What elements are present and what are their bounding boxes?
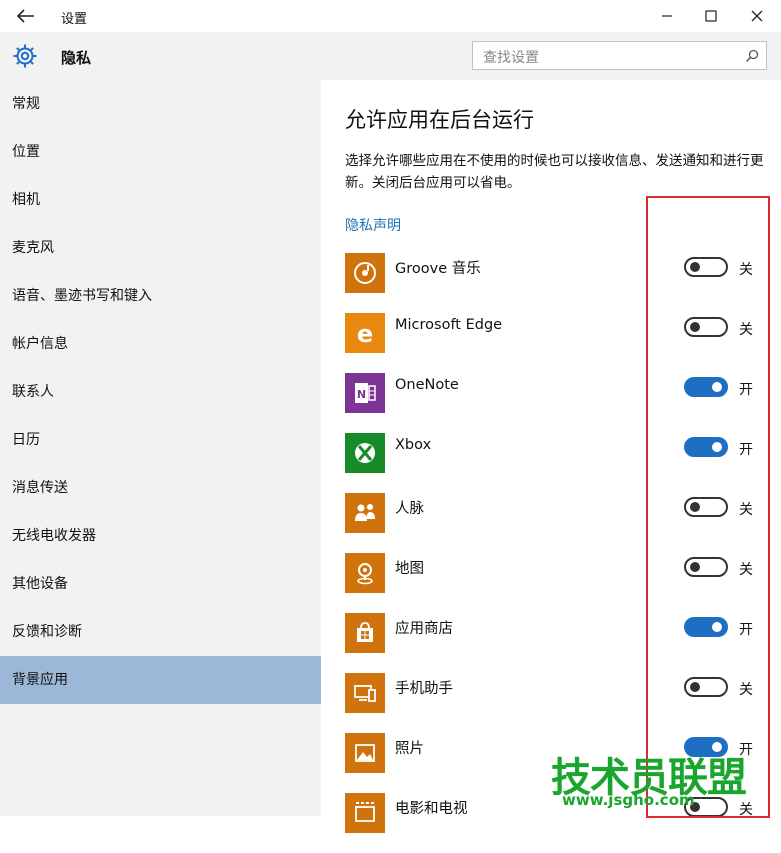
sidebar-item-calendar[interactable]: 日历 bbox=[0, 416, 321, 464]
minimize-icon[interactable] bbox=[652, 5, 682, 27]
page-title-privacy: 隐私 bbox=[61, 49, 92, 67]
search-placeholder: 查找设置 bbox=[483, 50, 539, 66]
groove-music-icon bbox=[345, 253, 385, 293]
onenote-icon: N bbox=[345, 373, 385, 413]
sidebar-item-other-devices[interactable]: 其他设备 bbox=[0, 560, 321, 608]
back-arrow-icon[interactable] bbox=[14, 7, 36, 25]
svg-text:e: e bbox=[357, 320, 373, 348]
sidebar-item-background-apps[interactable]: 背景应用 bbox=[0, 656, 321, 704]
close-icon[interactable] bbox=[742, 5, 772, 27]
section-title: 允许应用在后台运行 bbox=[345, 108, 534, 132]
app-name: 地图 bbox=[395, 561, 424, 577]
photos-icon bbox=[345, 733, 385, 773]
app-name: Groove 音乐 bbox=[395, 261, 481, 277]
sidebar-item-contacts[interactable]: 联系人 bbox=[0, 368, 321, 416]
sidebar-item-account-info[interactable]: 帐户信息 bbox=[0, 320, 321, 368]
app-name: 照片 bbox=[395, 741, 424, 757]
app-name: Microsoft Edge bbox=[395, 317, 503, 333]
store-icon bbox=[345, 613, 385, 653]
watermark-url: www.jsgho.com bbox=[562, 791, 695, 809]
app-name: 电影和电视 bbox=[395, 801, 468, 817]
sidebar-item-location[interactable]: 位置 bbox=[0, 128, 321, 176]
sidebar: 常规 位置 相机 麦克风 语音、墨迹书写和键入 帐户信息 联系人 日历 消息传送… bbox=[0, 80, 321, 816]
maximize-icon[interactable] bbox=[696, 5, 726, 27]
phone-companion-icon bbox=[345, 673, 385, 713]
app-name: 人脉 bbox=[395, 501, 424, 517]
sidebar-item-general[interactable]: 常规 bbox=[0, 80, 321, 128]
sidebar-item-microphone[interactable]: 麦克风 bbox=[0, 224, 321, 272]
window-title: 设置 bbox=[61, 12, 88, 27]
section-description: 选择允许哪些应用在不使用的时候也可以接收信息、发送通知和进行更新。关闭后台应用可… bbox=[345, 153, 764, 191]
search-input[interactable]: 查找设置 bbox=[472, 41, 767, 70]
title-bar: 设置 bbox=[0, 0, 781, 32]
svg-text:N: N bbox=[357, 388, 366, 401]
edge-icon: e bbox=[345, 313, 385, 353]
sidebar-item-camera[interactable]: 相机 bbox=[0, 176, 321, 224]
people-icon bbox=[345, 493, 385, 533]
sidebar-item-radios[interactable]: 无线电收发器 bbox=[0, 512, 321, 560]
maps-icon bbox=[345, 553, 385, 593]
search-icon[interactable] bbox=[744, 48, 760, 64]
privacy-statement-link[interactable]: 隐私声明 bbox=[345, 215, 401, 235]
sidebar-item-messaging[interactable]: 消息传送 bbox=[0, 464, 321, 512]
sidebar-item-feedback-diagnostics[interactable]: 反馈和诊断 bbox=[0, 608, 321, 656]
gear-icon bbox=[13, 44, 37, 68]
movies-tv-icon bbox=[345, 793, 385, 833]
app-name: Xbox bbox=[395, 437, 432, 453]
app-name: OneNote bbox=[395, 377, 459, 393]
xbox-icon bbox=[345, 433, 385, 473]
page-header: 隐私 查找设置 bbox=[0, 32, 781, 80]
highlight-annotation-box bbox=[646, 196, 770, 818]
app-name: 应用商店 bbox=[395, 621, 453, 637]
sidebar-item-speech-inking-typing[interactable]: 语音、墨迹书写和键入 bbox=[0, 272, 321, 320]
app-name: 手机助手 bbox=[395, 681, 453, 697]
